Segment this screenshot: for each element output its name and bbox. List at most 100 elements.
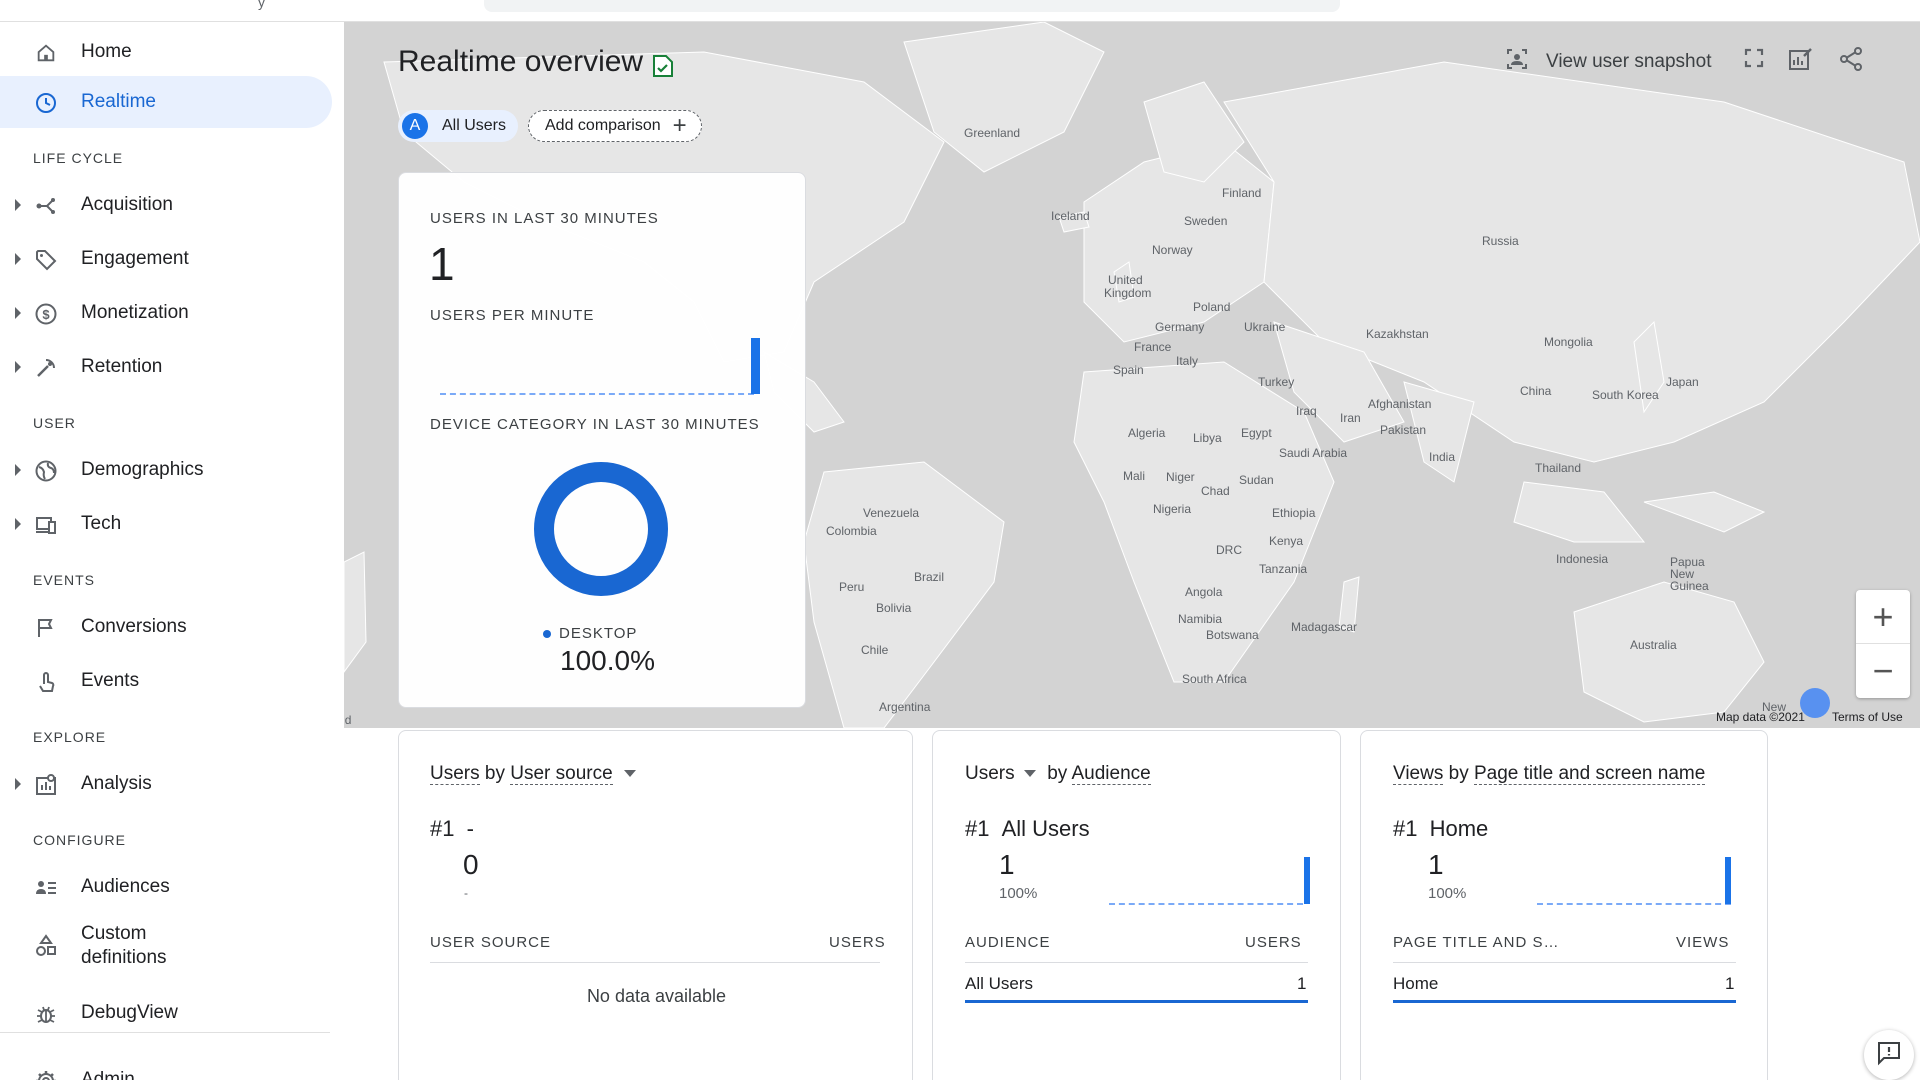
add-comparison-button[interactable]: Add comparison +: [528, 110, 702, 142]
terms-of-use-link[interactable]: Terms of Use: [1832, 710, 1903, 724]
sidebar-item-events[interactable]: Events: [0, 655, 332, 707]
row-page-value: 1: [1725, 974, 1735, 993]
map-label: France: [1134, 340, 1172, 354]
app-title-fragment: y: [258, 0, 265, 10]
map-label: Chad: [1201, 484, 1230, 498]
dimension-selector[interactable]: Page title and screen name: [1473, 763, 1706, 785]
col-user-source[interactable]: USER SOURCE: [430, 934, 551, 951]
table-divider: [430, 962, 880, 963]
table-divider: [965, 962, 1308, 963]
row-share-bar: [1393, 1000, 1736, 1003]
zoom-out-button[interactable]: −: [1856, 644, 1910, 698]
metric-selector[interactable]: Users: [965, 763, 1015, 784]
card-title[interactable]: Users by User source: [430, 763, 636, 785]
sparkline-bar[interactable]: [1725, 857, 1731, 904]
sidebar-item-acquisition[interactable]: Acquisition: [0, 179, 332, 231]
sidebar-item-conversions[interactable]: Conversions: [0, 601, 332, 653]
sidebar-item-realtime[interactable]: Realtime: [0, 76, 332, 128]
sidebar-item-audiences[interactable]: Audiences: [0, 861, 332, 913]
map-label: South Africa: [1182, 672, 1247, 686]
map-label: Saudi Arabia: [1279, 446, 1348, 460]
chevron-down-icon[interactable]: [623, 770, 636, 778]
col-users[interactable]: USERS: [829, 934, 886, 951]
acquisition-icon: [33, 193, 59, 219]
map-label: Iceland: [1051, 209, 1090, 223]
device-donut-chart[interactable]: [533, 461, 669, 597]
customize-report-button[interactable]: [1788, 46, 1814, 77]
map-label: Thailand: [1535, 461, 1582, 475]
row-audience-name[interactable]: All Users: [965, 974, 1033, 994]
sidebar-item-label: Demographics: [81, 459, 204, 480]
map-label: New Zealand: [344, 713, 352, 727]
map-label: Venezuela: [863, 506, 920, 520]
sidebar-item-label: Audiences: [81, 876, 170, 897]
section-events: EVENTS: [33, 572, 96, 588]
map-label: Papua New Guinea: [1670, 555, 1709, 593]
views-by-page-title-card: Views by Page title and screen name #1 H…: [1360, 730, 1768, 1080]
top-rank: #1 -: [430, 816, 474, 842]
col-views[interactable]: VIEWS: [1676, 934, 1729, 951]
feedback-button[interactable]: [1864, 1030, 1914, 1080]
per-minute-bar[interactable]: [751, 338, 760, 394]
map-label: Tanzania: [1259, 562, 1308, 576]
col-audience[interactable]: AUDIENCE: [965, 934, 1051, 951]
rank-number: #1: [430, 816, 455, 841]
map-label: Norway: [1152, 243, 1193, 257]
sidebar-item-home[interactable]: Home: [0, 26, 332, 78]
verified-report-icon[interactable]: [652, 54, 674, 83]
all-users-chip[interactable]: A All Users: [398, 110, 519, 142]
sparkline-bar[interactable]: [1304, 857, 1310, 904]
rank-name: -: [466, 816, 474, 841]
col-page-title[interactable]: PAGE TITLE AND S…: [1393, 934, 1560, 951]
sidebar-item-engagement[interactable]: Engagement: [0, 233, 332, 285]
donut-slice-desktop[interactable]: [534, 462, 668, 596]
map-label: Ethiopia: [1272, 506, 1316, 520]
plus-icon: +: [672, 112, 687, 139]
touch-icon: [33, 669, 59, 695]
device-legend: DESKTOP: [543, 625, 637, 642]
card-title[interactable]: Views by Page title and screen name: [1393, 763, 1706, 785]
sidebar-item-retention[interactable]: Retention: [0, 341, 332, 393]
share-button[interactable]: [1838, 46, 1864, 77]
map-label: India: [1429, 450, 1456, 464]
user-snapshot-icon: [1506, 48, 1528, 75]
map-label: Afghanistan: [1368, 397, 1432, 411]
row-page-name[interactable]: Home: [1393, 974, 1438, 994]
section-explore: EXPLORE: [33, 729, 107, 745]
device-category-label: DEVICE CATEGORY IN LAST 30 MINUTES: [430, 416, 760, 433]
expand-caret-icon: [15, 307, 21, 319]
sidebar-item-label: Analysis: [81, 773, 152, 794]
col-users[interactable]: USERS: [1245, 934, 1302, 951]
dimension-selector[interactable]: User source: [510, 763, 613, 785]
view-user-snapshot-button[interactable]: View user snapshot: [1506, 48, 1711, 75]
metric-selector[interactable]: Users: [430, 763, 480, 785]
sidebar-item-tech[interactable]: Tech: [0, 498, 332, 550]
map-label: Peru: [839, 580, 865, 594]
sidebar-item-admin[interactable]: Admin: [0, 1054, 332, 1080]
sidebar-item-custom-definitions[interactable]: Custom definitions: [0, 915, 332, 977]
map-label: Bolivia: [876, 601, 912, 615]
fullscreen-icon: [1744, 48, 1764, 73]
top-value: 0: [463, 849, 479, 880]
sidebar-item-analysis[interactable]: Analysis: [0, 758, 332, 810]
map-label: China: [1520, 384, 1552, 398]
sidebar-item-monetization[interactable]: $ Monetization: [0, 287, 332, 339]
fullscreen-button[interactable]: [1744, 48, 1764, 73]
user-location-marker[interactable]: [1800, 688, 1830, 718]
sidebar-item-label: Admin: [81, 1069, 135, 1080]
segment-avatar: A: [402, 113, 428, 139]
zoom-in-button[interactable]: +: [1856, 590, 1910, 644]
search-bar[interactable]: [484, 0, 1340, 12]
chevron-down-icon[interactable]: [1023, 770, 1036, 778]
gear-icon: [33, 1068, 59, 1080]
map-label: Argentina: [879, 700, 931, 714]
sidebar-item-label: Conversions: [81, 616, 187, 637]
card-title[interactable]: Users by Audience: [965, 763, 1151, 785]
sidebar-item-demographics[interactable]: Demographics: [0, 444, 332, 496]
metric-selector[interactable]: Views: [1393, 763, 1444, 785]
devices-icon: [33, 512, 59, 538]
rank-number: #1: [1393, 816, 1418, 841]
top-app-bar: y: [0, 0, 1920, 22]
dimension-selector[interactable]: Audience: [1071, 763, 1151, 785]
no-data-message: No data available: [586, 986, 727, 1006]
